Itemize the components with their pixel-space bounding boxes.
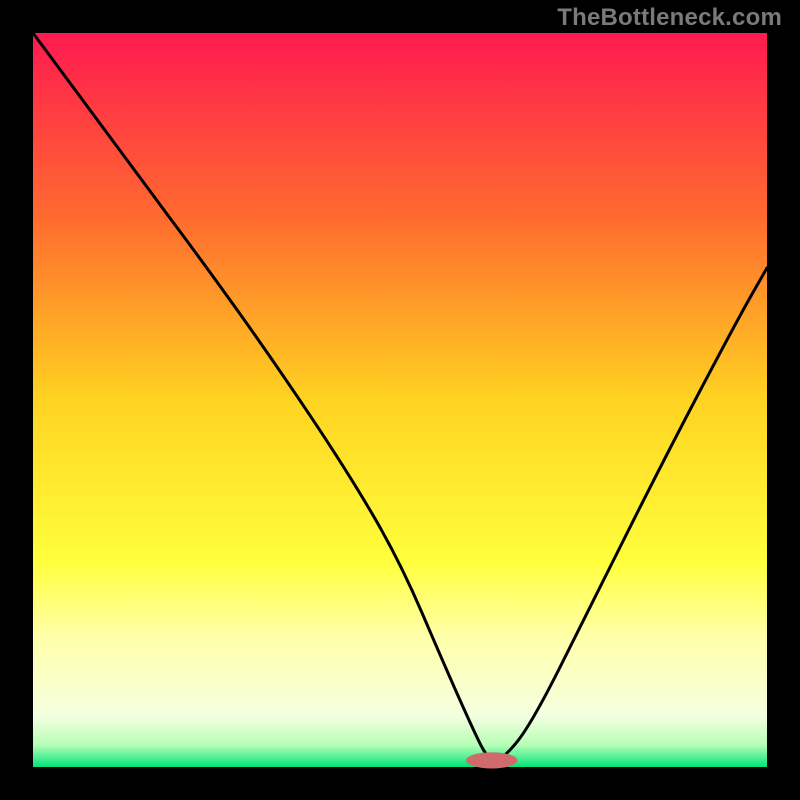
chart-frame: TheBottleneck.com: [0, 0, 800, 800]
plot-background: [33, 33, 767, 767]
watermark-text: TheBottleneck.com: [557, 4, 782, 32]
sweet-spot-marker: [466, 752, 517, 768]
bottleneck-chart: [0, 0, 800, 800]
